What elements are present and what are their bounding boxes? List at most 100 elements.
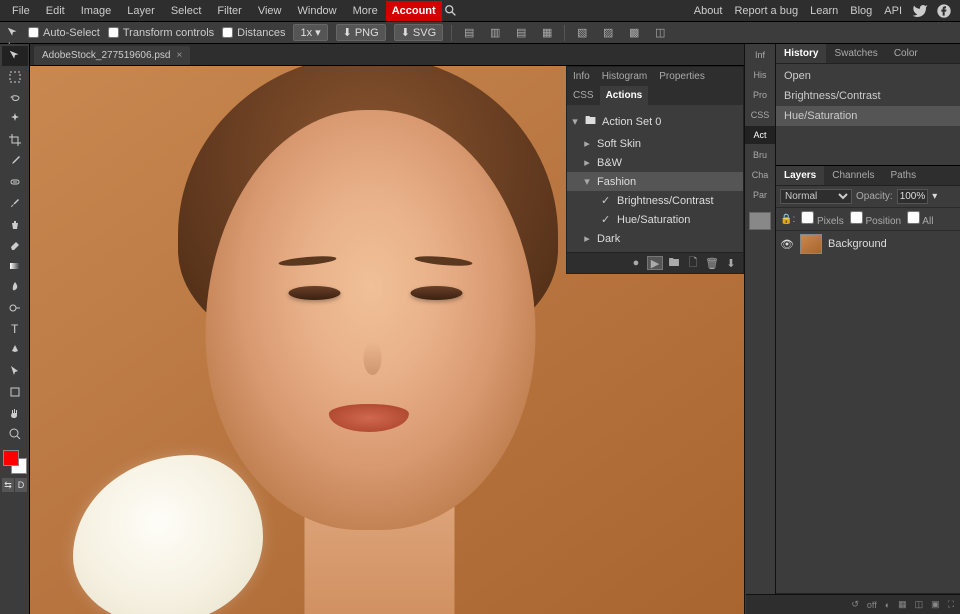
strip-histogram[interactable]: His <box>745 66 775 84</box>
blur-tool[interactable] <box>2 277 28 297</box>
document-tab[interactable]: AdobeStock_277519606.psd × <box>34 46 190 65</box>
pen-tool[interactable] <box>2 340 28 360</box>
trash-icon[interactable]: 🗑 <box>704 256 720 270</box>
lock-all[interactable]: All <box>907 211 933 227</box>
wand-tool[interactable] <box>2 109 28 129</box>
heal-tool[interactable] <box>2 172 28 192</box>
lock-position[interactable]: Position <box>850 211 901 227</box>
status-pixel-icon[interactable]: ▣ <box>931 599 940 610</box>
action-brightness[interactable]: ✓Brightness/Contrast <box>567 191 743 210</box>
path-select-tool[interactable] <box>2 361 28 381</box>
css-tab[interactable]: CSS <box>567 86 600 105</box>
zoom-level[interactable]: 1x ▾ <box>293 24 327 41</box>
history-brightness[interactable]: Brightness/Contrast <box>776 86 960 106</box>
canvas[interactable]: Info Histogram Properties CSS Actions ▾🖿… <box>30 66 744 614</box>
layer-row-background[interactable]: 👁 Background <box>776 231 960 257</box>
autoselect-checkbox[interactable]: Auto-Select <box>28 27 100 39</box>
menu-blog[interactable]: Blog <box>844 1 878 21</box>
action-dark[interactable]: ▸Dark <box>567 229 743 248</box>
swap-colors-button[interactable]: ⇆ <box>2 478 14 492</box>
strip-brush[interactable]: Bru <box>745 146 775 164</box>
brush-tool[interactable] <box>2 193 28 213</box>
menu-filter[interactable]: Filter <box>209 1 249 21</box>
menu-about[interactable]: About <box>688 1 729 21</box>
menu-report[interactable]: Report a bug <box>728 1 804 21</box>
color-tab[interactable]: Color <box>886 44 926 63</box>
align-top-icon[interactable]: ▦ <box>538 25 556 41</box>
opacity-value[interactable]: 100% <box>897 189 929 204</box>
hand-tool[interactable] <box>2 403 28 423</box>
record-icon[interactable]: ● <box>628 256 644 270</box>
strip-image-icon[interactable] <box>749 212 771 230</box>
shape-tool[interactable] <box>2 382 28 402</box>
history-open[interactable]: Open <box>776 66 960 86</box>
new-folder-icon[interactable]: 🖿 <box>666 256 682 270</box>
history-hue[interactable]: Hue/Saturation <box>776 106 960 126</box>
default-colors-button[interactable]: D <box>15 478 27 492</box>
align-center-h-icon[interactable]: ▥ <box>486 25 504 41</box>
properties-tab[interactable]: Properties <box>653 67 711 86</box>
type-tool[interactable]: T <box>2 319 28 339</box>
status-fullscreen-icon[interactable]: ⛶ <box>948 599 954 610</box>
align-left-icon[interactable]: ▤ <box>460 25 478 41</box>
status-contrast-icon[interactable]: ◐ <box>885 600 890 610</box>
layers-tab[interactable]: Layers <box>776 166 824 185</box>
close-tab-icon[interactable]: × <box>176 50 182 61</box>
action-hue[interactable]: ✓Hue/Saturation <box>567 210 743 229</box>
search-icon[interactable] <box>444 4 458 18</box>
transform-checkbox[interactable]: Transform controls <box>108 27 214 39</box>
menu-select[interactable]: Select <box>163 1 210 21</box>
strip-paragraph[interactable]: Par <box>745 186 775 204</box>
marquee-tool[interactable] <box>2 67 28 87</box>
eraser-tool[interactable] <box>2 235 28 255</box>
lasso-tool[interactable] <box>2 88 28 108</box>
move-tool[interactable] <box>2 46 28 66</box>
distribute-h-icon[interactable]: ▩ <box>625 25 643 41</box>
menu-learn[interactable]: Learn <box>804 1 844 21</box>
menu-window[interactable]: Window <box>290 1 345 21</box>
menu-edit[interactable]: Edit <box>38 1 73 21</box>
status-grid-icon[interactable]: ▦ <box>898 599 907 610</box>
eyedropper-tool[interactable] <box>2 151 28 171</box>
align-middle-icon[interactable]: ▧ <box>573 25 591 41</box>
action-bw[interactable]: ▸B&W <box>567 153 743 172</box>
zoom-tool[interactable] <box>2 424 28 444</box>
lock-pixels[interactable]: Pixels <box>801 211 843 227</box>
play-icon[interactable]: ▶ <box>647 256 663 270</box>
action-softskin[interactable]: ▸Soft Skin <box>567 134 743 153</box>
gradient-tool[interactable] <box>2 256 28 276</box>
visibility-icon[interactable]: 👁 <box>780 238 794 251</box>
blend-mode-select[interactable]: Normal <box>780 189 852 204</box>
opacity-dropdown-icon[interactable]: ▾ <box>932 191 937 202</box>
clone-tool[interactable] <box>2 214 28 234</box>
crop-tool[interactable] <box>2 130 28 150</box>
history-tab[interactable]: History <box>776 44 826 63</box>
info-tab[interactable]: Info <box>567 67 596 86</box>
strip-properties[interactable]: Pro <box>745 86 775 104</box>
menu-account[interactable]: Account <box>386 1 442 21</box>
export-png-button[interactable]: ⬇PNG <box>336 24 386 41</box>
channels-tab[interactable]: Channels <box>824 166 882 185</box>
export-svg-button[interactable]: ⬇SVG <box>394 24 443 41</box>
status-history-icon[interactable]: ↺ <box>851 599 859 610</box>
distances-checkbox[interactable]: Distances <box>222 27 285 39</box>
facebook-icon[interactable] <box>932 3 956 19</box>
menu-api[interactable]: API <box>878 1 908 21</box>
menu-file[interactable]: File <box>4 1 38 21</box>
distribute-v-icon[interactable]: ◫ <box>651 25 669 41</box>
strip-css[interactable]: CSS <box>745 106 775 124</box>
actions-tab[interactable]: Actions <box>600 86 649 105</box>
menu-more[interactable]: More <box>345 1 386 21</box>
histogram-tab[interactable]: Histogram <box>596 67 654 86</box>
strip-character[interactable]: Cha <box>745 166 775 184</box>
twitter-icon[interactable] <box>908 3 932 19</box>
align-right-icon[interactable]: ▤ <box>512 25 530 41</box>
dodge-tool[interactable] <box>2 298 28 318</box>
paths-tab[interactable]: Paths <box>883 166 925 185</box>
status-snap-icon[interactable]: ◫ <box>915 599 924 610</box>
new-action-icon[interactable]: 🗋 <box>685 256 701 270</box>
color-swatches[interactable] <box>2 449 28 475</box>
action-fashion[interactable]: ▾Fashion <box>567 172 743 191</box>
strip-actions[interactable]: Act <box>745 126 775 144</box>
menu-view[interactable]: View <box>250 1 290 21</box>
